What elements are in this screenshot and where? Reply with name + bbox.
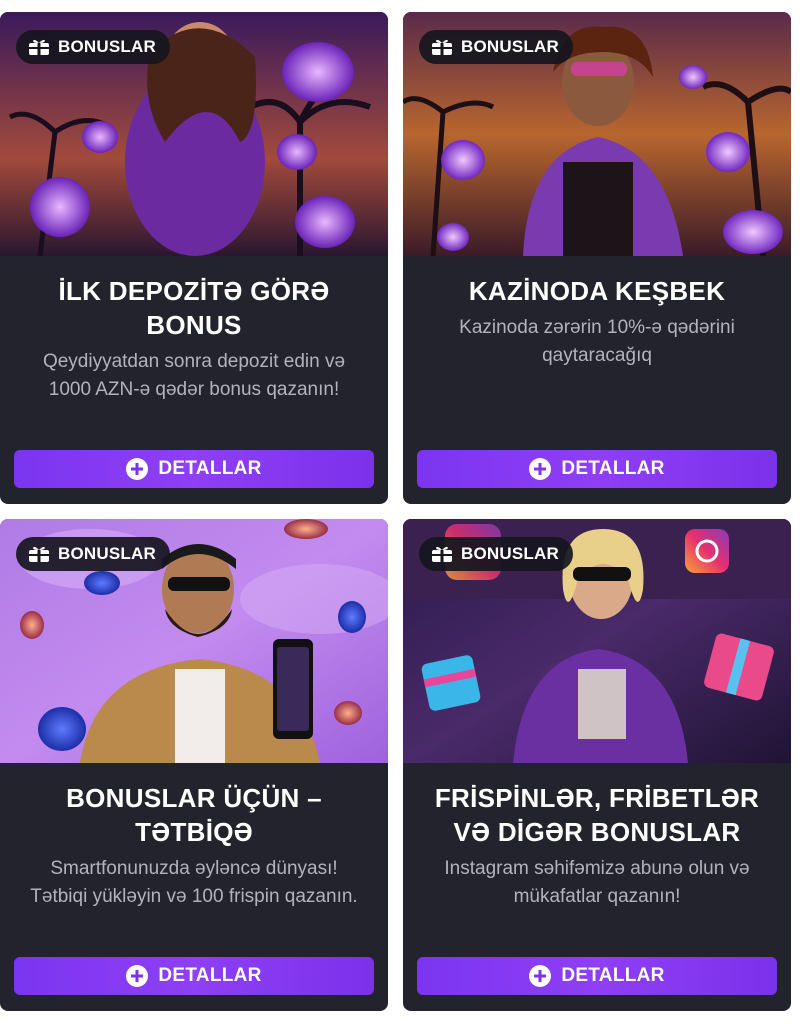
promo-card-first-deposit[interactable]: BONUSLAR İLK DEPOZİTƏ GÖRƏ BONUS Qeydiyy… (0, 12, 388, 504)
bonus-badge: BONUSLAR (419, 30, 573, 64)
plus-circle-icon (126, 458, 149, 480)
details-button[interactable]: DETALLAR (417, 957, 777, 995)
promo-description: Instagram səhifəmizə abunə olun və mükaf… (444, 858, 750, 907)
plus-circle-icon (529, 965, 552, 987)
gift-icon (29, 546, 49, 562)
promotions-grid: BONUSLAR İLK DEPOZİTƏ GÖRƏ BONUS Qeydiyy… (0, 0, 800, 1024)
details-button[interactable]: DETALLAR (14, 957, 374, 995)
plus-circle-icon (529, 458, 552, 480)
details-button[interactable]: DETALLAR (14, 450, 374, 488)
gift-icon (432, 546, 452, 562)
badge-label: BONUSLAR (58, 544, 156, 563)
details-button[interactable]: DETALLAR (417, 450, 777, 488)
promo-title: KAZİNODA KEŞBEK (468, 276, 726, 306)
details-button-label: DETALLAR (561, 458, 665, 479)
promo-description: Kazinoda zərərin 10%-ə qədərini qaytarac… (459, 317, 735, 366)
badge-label: BONUSLAR (58, 37, 156, 56)
badge-label: BONUSLAR (461, 37, 559, 56)
gift-icon (432, 39, 452, 55)
details-button-label: DETALLAR (158, 458, 262, 479)
promo-title: İLK DEPOZİTƏ GÖRƏ BONUS (58, 276, 330, 340)
plus-circle-icon (126, 965, 149, 987)
badge-label: BONUSLAR (461, 544, 559, 563)
bonus-badge: BONUSLAR (419, 537, 573, 571)
details-button-label: DETALLAR (158, 965, 262, 986)
gift-icon (29, 39, 49, 55)
promo-title: FRİSPİNLƏR, FRİBETLƏR VƏ DİGƏR BONUSLAR (434, 783, 760, 847)
promo-card-casino-cashback[interactable]: BONUSLAR KAZİNODA KEŞBEK Kazinoda zərəri… (403, 12, 791, 504)
promo-title: BONUSLAR ÜÇÜN – TƏTBİQƏ (66, 783, 322, 847)
promo-card-app-bonus[interactable]: BONUSLAR BONUSLAR ÜÇÜN – TƏTBİQƏ Smartfo… (0, 519, 388, 1011)
bonus-badge: BONUSLAR (16, 30, 170, 64)
promo-description: Smartfonunuzda əyləncə dünyası! Tətbiqi … (30, 858, 358, 907)
bonus-badge: BONUSLAR (16, 537, 170, 571)
details-button-label: DETALLAR (561, 965, 665, 986)
promo-card-freespins[interactable]: BONUSLAR FRİSPİNLƏR, FRİBETLƏR VƏ DİGƏR … (403, 519, 791, 1011)
promo-description: Qeydiyyatdan sonra depozit edin və 1000 … (42, 351, 346, 400)
